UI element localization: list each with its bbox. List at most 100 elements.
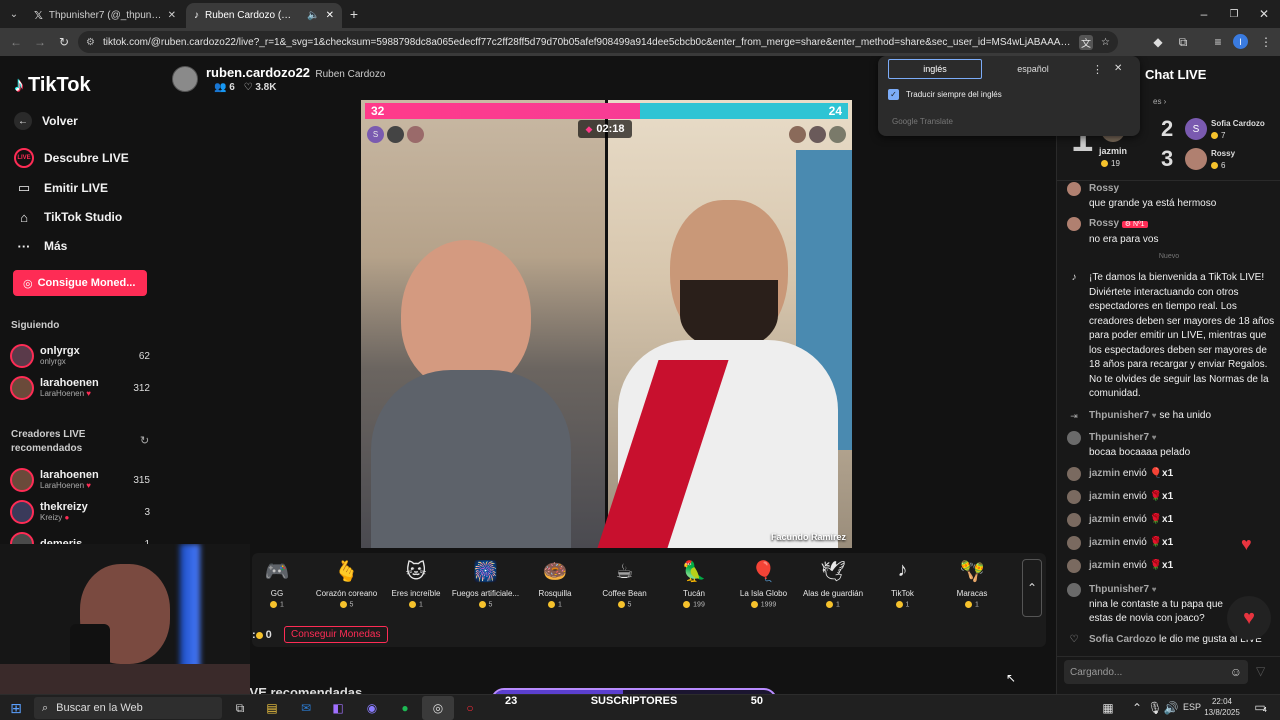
emoji-icon[interactable]: ☺ xyxy=(1230,665,1242,679)
target-language-tab[interactable]: español xyxy=(986,59,1080,79)
get-coins-link[interactable]: Conseguir Monedas xyxy=(284,626,388,643)
send-icon[interactable]: ▽ xyxy=(1256,664,1265,678)
supporter-avatar[interactable] xyxy=(809,126,826,143)
gift-item[interactable]: 🐱 Eres increíble 1 xyxy=(381,559,451,608)
profile-avatar[interactable]: I xyxy=(1233,34,1248,49)
avatar[interactable] xyxy=(1067,583,1081,597)
gift-bar: 🎮 GG 1 🫰 Corazón coreano 5 🐱 Eres increíble 1 🎆 Fu… xyxy=(252,553,1046,647)
following-item[interactable]: onlyrgx onlyrgx 62 xyxy=(10,342,150,370)
close-icon[interactable]: ✕ xyxy=(326,10,334,21)
taskbar-search[interactable]: ⌕ Buscar en la Web xyxy=(34,697,222,719)
gift-item[interactable]: 🎮 GG 1 xyxy=(242,559,312,608)
forward-icon[interactable]: → xyxy=(32,34,48,50)
host-username[interactable]: ruben.cardozo22 xyxy=(206,65,310,80)
coin-icon xyxy=(1211,132,1218,140)
source-language-tab[interactable]: inglés xyxy=(888,59,982,79)
gift-item[interactable]: 🕊 Alas de guardián 1 xyxy=(798,559,868,608)
menu-icon[interactable]: ⋮ xyxy=(1258,34,1274,50)
options-icon[interactable]: ⋮ xyxy=(1092,63,1103,76)
gift-item[interactable]: ☕ Coffee Bean 5 xyxy=(590,559,660,608)
minimize-icon[interactable]: – xyxy=(1196,6,1212,22)
speaker-icon[interactable]: 🔈 xyxy=(307,10,319,21)
nav-tiktok-studio[interactable]: ⌂ TikTok Studio xyxy=(14,208,122,226)
nav-go-live[interactable]: ▭ Emitir LIVE xyxy=(14,179,108,197)
left-supporters: S xyxy=(367,126,424,143)
app-icon[interactable]: ◧ xyxy=(330,700,346,716)
gifts-expand-button[interactable]: ⌃ xyxy=(1022,559,1042,617)
close-icon[interactable]: ✕ xyxy=(168,10,176,21)
close-icon[interactable]: ✕ xyxy=(1114,63,1122,74)
file-explorer-icon[interactable]: ▤ xyxy=(264,700,280,716)
reload-icon[interactable]: ↻ xyxy=(56,34,72,50)
extension-icon[interactable]: ◆ xyxy=(1150,34,1166,50)
gift-name: GG xyxy=(270,589,284,598)
clock[interactable]: 22:04 13/8/2025 xyxy=(1200,696,1244,718)
task-view-icon[interactable]: ⧉ xyxy=(232,700,248,716)
rank-3[interactable]: 3 Rossy 6 xyxy=(1161,146,1279,174)
star-icon[interactable]: ☆ xyxy=(1101,37,1110,48)
close-window-icon[interactable]: ✕ xyxy=(1256,6,1272,22)
always-translate-checkbox[interactable]: ✓ Traducir siempre del inglés xyxy=(888,89,1002,100)
viewer-count: 315 xyxy=(133,474,150,486)
windows-start-icon[interactable]: ⊞ xyxy=(8,700,24,716)
like-button[interactable]: ♥ xyxy=(1227,596,1271,640)
get-coins-button[interactable]: ◎ Consigue Moned... xyxy=(13,270,147,296)
microphone-icon[interactable]: 🎙 xyxy=(1147,700,1162,716)
tab-search-icon[interactable]: ⌄ xyxy=(6,6,22,22)
avatar[interactable] xyxy=(1067,536,1081,550)
translate-icon[interactable]: 文 xyxy=(1079,34,1094,50)
address-bar[interactable]: ⚙ tiktok.com/@ruben.cardozo22/live?_r=1&… xyxy=(78,31,1118,53)
discord-icon[interactable]: ◉ xyxy=(364,700,380,716)
language-indicator[interactable]: ESP xyxy=(1183,702,1201,712)
supporter-avatar[interactable] xyxy=(829,126,846,143)
tab-ruben[interactable]: ♪ Ruben Cardozo (@ruben.ca 🔈 ✕ xyxy=(186,3,342,28)
host-avatar[interactable] xyxy=(172,66,198,92)
chrome-icon[interactable]: ◎ xyxy=(422,696,454,720)
refresh-icon[interactable]: ↻ xyxy=(140,434,149,447)
mouse-cursor-icon: ↖ xyxy=(1006,671,1017,685)
back-button[interactable]: ← Volver xyxy=(14,112,78,130)
opera-icon[interactable]: ○ xyxy=(462,700,478,716)
outlook-icon[interactable]: ✉ xyxy=(298,700,314,716)
avatar[interactable] xyxy=(1067,431,1081,445)
avatar[interactable] xyxy=(1067,559,1081,573)
avatar[interactable] xyxy=(1067,182,1081,196)
supporter-avatar[interactable] xyxy=(407,126,424,143)
tab-thpunisher[interactable]: 𝕏 Thpunisher7 (@_thpunisher7) / ✕ xyxy=(26,3,184,28)
coin-icon xyxy=(750,601,758,608)
recommended-item[interactable]: larahoenen LaraHoenen ♥ 315 xyxy=(10,466,150,494)
chevron-up-icon[interactable]: ⌃ xyxy=(1130,700,1144,716)
restore-icon[interactable]: ❐ xyxy=(1226,6,1242,22)
volume-icon[interactable]: 🔊 xyxy=(1164,700,1179,716)
supporter-avatar[interactable] xyxy=(387,126,404,143)
avatar[interactable] xyxy=(1067,467,1081,481)
supporter-avatar[interactable] xyxy=(789,126,806,143)
avatar[interactable] xyxy=(1067,490,1081,504)
nav-discover-live[interactable]: LIVE Descubre LIVE xyxy=(14,148,129,168)
language-bar-icon[interactable]: ▦ xyxy=(1100,700,1116,716)
gift-item[interactable]: 🦜 Tucán 199 xyxy=(659,559,729,608)
avatar[interactable] xyxy=(1067,217,1081,231)
tiktok-icon: ♪ xyxy=(194,10,199,21)
site-info-icon[interactable]: ⚙ xyxy=(86,37,95,48)
rank-2[interactable]: 2 S Sofia Cardozo 7 xyxy=(1161,116,1279,144)
gift-item[interactable]: 🎈 La Isla Globo 1999 xyxy=(729,559,799,608)
supporter-avatar[interactable]: S xyxy=(367,126,384,143)
battle-video[interactable]: Facundo Ramírez 32 24 ◆ 02:18 S xyxy=(361,100,852,548)
avatar[interactable] xyxy=(1067,513,1081,527)
gift-item[interactable]: 🪇 Maracas 1 xyxy=(937,559,1007,608)
gift-item[interactable]: 🍩 Rosquilla 1 xyxy=(520,559,590,608)
media-icon[interactable]: ≡ xyxy=(1210,34,1226,50)
new-tab-icon[interactable]: + xyxy=(346,6,362,22)
following-item[interactable]: larahoenen LaraHoenen ♥ 312 xyxy=(10,374,150,402)
gift-item[interactable]: 🎆 Fuegos artificiale... 5 xyxy=(451,559,521,608)
back-icon[interactable]: ← xyxy=(8,34,24,50)
tiktok-logo[interactable]: ♪ TikTok xyxy=(14,74,91,97)
puzzle-icon[interactable]: ⧉ xyxy=(1175,34,1191,50)
recommended-item[interactable]: thekreizy Kreizy ● 3 xyxy=(10,498,150,526)
nav-more[interactable]: ··· Más xyxy=(14,237,68,255)
chat-input[interactable]: Cargando... ☺ xyxy=(1064,660,1248,684)
gift-item[interactable]: 🫰 Corazón coreano 5 xyxy=(312,559,382,608)
gift-item[interactable]: ♪ TikTok 1 xyxy=(868,559,938,608)
spotify-icon[interactable]: ● xyxy=(397,700,413,716)
